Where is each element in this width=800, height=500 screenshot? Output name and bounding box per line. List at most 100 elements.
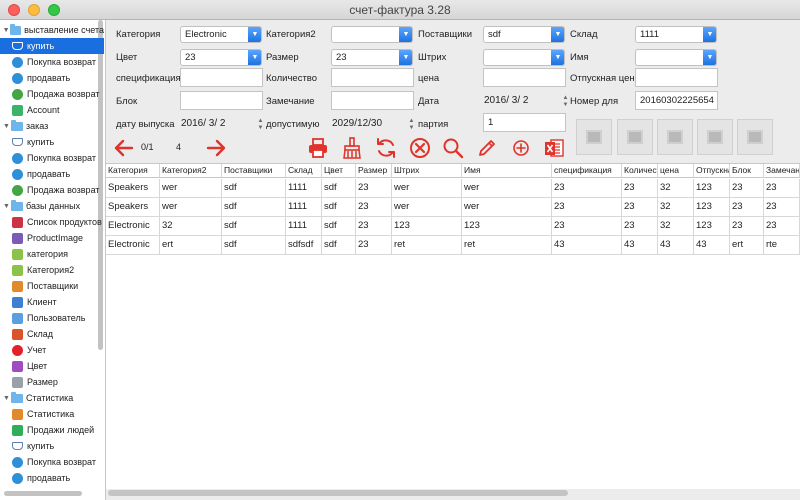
folder-icon xyxy=(11,119,23,131)
quantity-field[interactable] xyxy=(331,68,414,87)
sidebar-item[interactable]: купить xyxy=(0,134,104,150)
export-excel-button[interactable] xyxy=(542,136,566,160)
sidebar-item[interactable]: Продажа возврат xyxy=(0,86,104,102)
column-header[interactable]: Имя xyxy=(462,164,552,178)
date-picker[interactable]: 2016/ 3/ 2 xyxy=(481,93,561,110)
sidebar-item[interactable]: Список продуктов xyxy=(0,214,104,230)
category2-select[interactable]: ▼ xyxy=(331,26,413,43)
sale-price-field[interactable] xyxy=(635,68,718,87)
sidebar-item[interactable]: Продажа возврат xyxy=(0,182,104,198)
specification-field[interactable] xyxy=(180,68,263,87)
table-cell: 43 xyxy=(694,236,730,255)
column-header[interactable]: Категория xyxy=(106,164,160,178)
sidebar-item[interactable]: продавать xyxy=(0,470,104,486)
table-row[interactable]: Electronic ert sdf sdfsdf sdf 23 ret ret 43 43 43 4… xyxy=(106,236,800,255)
column-header[interactable]: Поставщики xyxy=(222,164,286,178)
sidebar-item[interactable]: Клиент xyxy=(0,294,104,310)
table-cell: 23 xyxy=(730,198,764,217)
batch-field[interactable]: 1 xyxy=(483,113,566,132)
product-image-slot-1[interactable] xyxy=(576,119,612,155)
sidebar-item[interactable]: купить xyxy=(0,38,104,54)
disclosure-triangle-icon[interactable]: ▼ xyxy=(2,123,11,130)
sidebar-group[interactable]: ▼ Статистика xyxy=(0,390,104,406)
previous-button[interactable] xyxy=(112,136,136,160)
sidebar-item[interactable]: купить xyxy=(0,438,104,454)
release-date-stepper[interactable]: ▲ ▼ xyxy=(257,118,264,132)
product-image-slot-3[interactable] xyxy=(657,119,693,155)
price-field[interactable] xyxy=(483,68,566,87)
column-header[interactable]: Количество xyxy=(622,164,658,178)
sidebar-item[interactable]: Учет xyxy=(0,342,104,358)
pencil-icon xyxy=(479,140,495,156)
sidebar-group[interactable]: ▼ базы данных xyxy=(0,198,104,214)
column-header[interactable]: Цвет xyxy=(322,164,356,178)
data-table[interactable]: Категория Категория2 Поставщики Склад Цвет Ра… xyxy=(106,163,800,489)
table-row[interactable]: Speakers wer sdf 1111 sdf 23 wer wer 23 23 32 123 23… xyxy=(106,179,800,198)
sidebar-item[interactable]: Account xyxy=(0,102,104,118)
sidebar-horizontal-scrollbar[interactable] xyxy=(4,491,82,496)
valid-until-picker[interactable]: 2029/12/30 xyxy=(329,116,407,133)
sidebar-item[interactable]: Склад xyxy=(0,326,104,342)
next-button[interactable] xyxy=(204,136,228,160)
column-header[interactable]: Замечание xyxy=(764,164,800,178)
sidebar-item-label: Учет xyxy=(27,345,47,355)
column-header[interactable]: Размер xyxy=(356,164,392,178)
color-select[interactable]: 23 ▼ xyxy=(180,49,262,66)
column-header[interactable]: Категория2 xyxy=(160,164,222,178)
sidebar-item[interactable]: ProductImage xyxy=(0,230,104,246)
sidebar-item[interactable]: Покупка возврат xyxy=(0,150,104,166)
sidebar-item[interactable]: Продажи людей xyxy=(0,422,104,438)
sidebar-item[interactable]: категория xyxy=(0,246,104,262)
add-button[interactable] xyxy=(509,136,533,160)
sidebar-group[interactable]: ▼ заказ xyxy=(0,118,104,134)
sidebar-item[interactable]: Покупка возврат xyxy=(0,54,104,70)
barcode-select[interactable]: ▼ xyxy=(483,49,565,66)
product-image-slot-4[interactable] xyxy=(697,119,733,155)
release-date-picker[interactable]: 2016/ 3/ 2 xyxy=(178,116,256,133)
column-header[interactable]: Отпускная цена xyxy=(694,164,730,178)
folder-icon xyxy=(10,23,22,35)
table-horizontal-scrollbar[interactable] xyxy=(108,490,568,496)
date-stepper[interactable]: ▲ ▼ xyxy=(562,95,569,109)
name-select[interactable]: ▼ xyxy=(635,49,717,66)
products-icon xyxy=(12,216,23,228)
sidebar-item[interactable]: Пользователь xyxy=(0,310,104,326)
column-header[interactable]: цена xyxy=(658,164,694,178)
disclosure-triangle-icon[interactable]: ▼ xyxy=(2,395,11,402)
search-button[interactable] xyxy=(441,136,465,160)
category-select[interactable]: Electronic ▼ xyxy=(180,26,262,43)
sidebar-item[interactable]: Категория2 xyxy=(0,262,104,278)
disclosure-triangle-icon[interactable]: ▼ xyxy=(2,203,11,210)
clear-button[interactable] xyxy=(340,136,364,160)
table-row[interactable]: Electronic 32 sdf 1111 sdf 23 123 123 23 23 32 123 2… xyxy=(106,217,800,236)
sidebar-item[interactable]: Цвет xyxy=(0,358,104,374)
disclosure-triangle-icon[interactable]: ▼ xyxy=(2,27,10,34)
sidebar-group[interactable]: ▼ выставление счета xyxy=(0,22,104,38)
valid-until-stepper[interactable]: ▲ ▼ xyxy=(408,118,415,132)
sidebar-item[interactable]: Покупка возврат xyxy=(0,454,104,470)
sidebar-item[interactable]: продавать xyxy=(0,70,104,86)
sidebar-item[interactable]: Статистика xyxy=(0,406,104,422)
sidebar-item[interactable]: Поставщики xyxy=(0,278,104,294)
print-button[interactable] xyxy=(306,136,330,160)
warehouse-select[interactable]: 1111 ▼ xyxy=(635,26,717,43)
size-select[interactable]: 23 ▼ xyxy=(331,49,413,66)
delete-button[interactable] xyxy=(408,136,432,160)
column-header[interactable]: Штрих xyxy=(392,164,462,178)
remark-field[interactable] xyxy=(331,91,414,110)
block-field[interactable] xyxy=(180,91,263,110)
sidebar[interactable]: ▼ выставление счета купить Покупка возврат п… xyxy=(0,20,106,500)
number-field[interactable]: 20160302225654 xyxy=(635,91,718,110)
suppliers-select[interactable]: sdf ▼ xyxy=(483,26,565,43)
edit-button[interactable] xyxy=(475,136,499,160)
column-header[interactable]: Склад xyxy=(286,164,322,178)
product-image-slot-5[interactable] xyxy=(737,119,773,155)
column-header[interactable]: спецификация xyxy=(552,164,622,178)
refresh-button[interactable] xyxy=(374,136,398,160)
table-row[interactable]: Speakers wer sdf 1111 sdf 23 wer wer 23 23 32 123 23… xyxy=(106,198,800,217)
sidebar-item[interactable]: продавать xyxy=(0,166,104,182)
column-header[interactable]: Блок xyxy=(730,164,764,178)
product-image-slot-2[interactable] xyxy=(617,119,653,155)
sidebar-item[interactable]: Размер xyxy=(0,374,104,390)
globe-icon xyxy=(12,152,23,164)
